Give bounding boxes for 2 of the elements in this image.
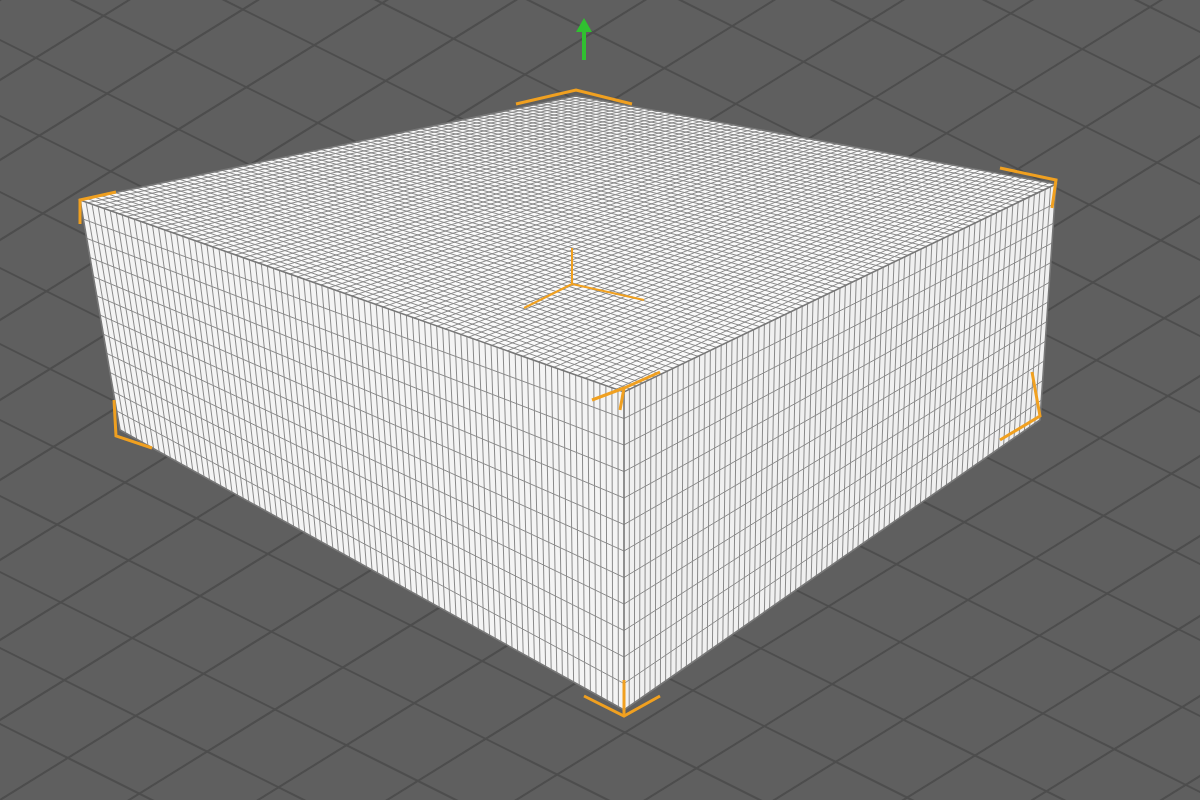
- y-axis-arrow-icon[interactable]: [576, 18, 592, 60]
- axis-gizmo-drawing: [523, 247, 645, 309]
